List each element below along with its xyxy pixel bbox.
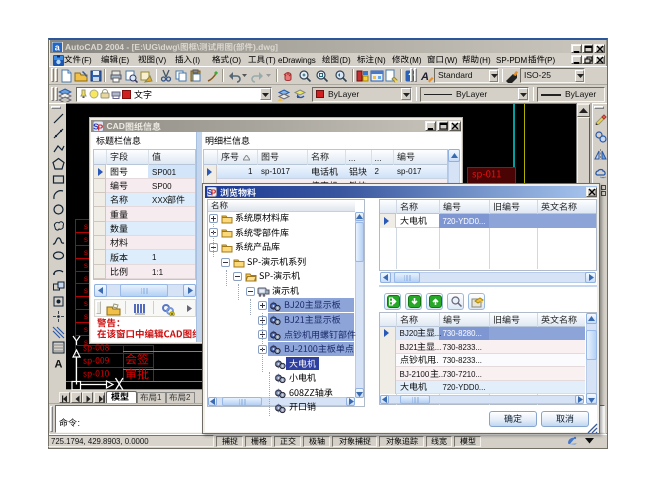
svg-text:A: A bbox=[420, 71, 429, 83]
svg-text:P: P bbox=[97, 122, 103, 131]
svg-text:P: P bbox=[211, 189, 217, 197]
svg-text:A: A bbox=[54, 359, 62, 370]
